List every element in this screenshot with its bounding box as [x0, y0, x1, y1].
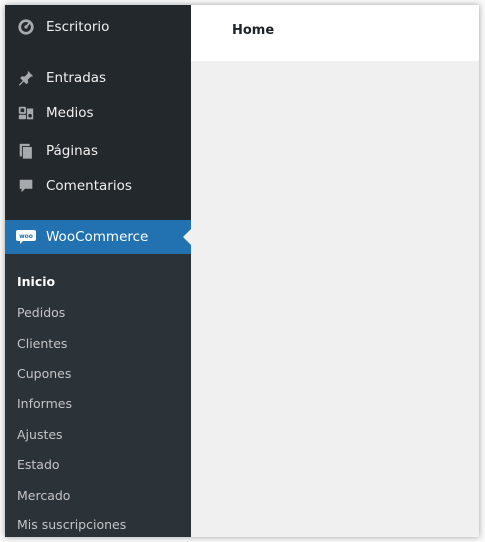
sidebar-item-escritorio[interactable]: Escritorio: [5, 10, 191, 44]
sidebar-item-medios[interactable]: Medios: [5, 96, 191, 130]
woocommerce-submenu: Inicio Pedidos Clientes Cupones Informes…: [5, 254, 191, 537]
dashboard-icon: [16, 17, 36, 37]
sidebar-item-comentarios[interactable]: Comentarios: [5, 169, 191, 203]
sidebar-item-label: Páginas: [46, 143, 98, 159]
menu-separator: [5, 204, 191, 211]
submenu-item-ajustes[interactable]: Ajustes: [17, 427, 63, 442]
woocommerce-icon: woo: [16, 227, 36, 247]
sidebar-item-entradas[interactable]: Entradas: [5, 61, 191, 95]
pages-icon: [16, 141, 36, 161]
page-header: Home: [191, 5, 479, 61]
admin-window: Escritorio Entradas Medios Páginas Comen…: [5, 5, 479, 537]
sidebar-item-woocommerce[interactable]: woo WooCommerce: [5, 220, 191, 254]
media-icon: [16, 103, 36, 123]
submenu-item-clientes[interactable]: Clientes: [17, 336, 67, 351]
submenu-item-estado[interactable]: Estado: [17, 457, 60, 472]
submenu-item-mercado[interactable]: Mercado: [17, 488, 70, 503]
pin-icon: [16, 68, 36, 88]
sidebar-item-paginas[interactable]: Páginas: [5, 134, 191, 168]
menu-separator: [5, 44, 191, 51]
sidebar-item-label: Entradas: [46, 70, 107, 86]
sidebar-item-label: Escritorio: [46, 19, 110, 35]
page-title: Home: [232, 23, 275, 38]
comment-icon: [16, 176, 36, 196]
submenu-item-pedidos[interactable]: Pedidos: [17, 305, 65, 320]
active-indicator-arrow: [183, 229, 191, 245]
submenu-item-inicio[interactable]: Inicio: [17, 274, 55, 289]
admin-sidebar: Escritorio Entradas Medios Páginas Comen…: [5, 5, 191, 537]
main-content-area: [191, 61, 479, 537]
submenu-item-mis-suscripciones[interactable]: Mis suscripciones: [17, 517, 126, 532]
sidebar-item-label: WooCommerce: [46, 229, 149, 245]
submenu-item-informes[interactable]: Informes: [17, 396, 72, 411]
svg-text:woo: woo: [19, 233, 33, 240]
sidebar-item-label: Medios: [46, 105, 94, 121]
submenu-item-cupones[interactable]: Cupones: [17, 366, 71, 381]
sidebar-item-label: Comentarios: [46, 178, 132, 194]
